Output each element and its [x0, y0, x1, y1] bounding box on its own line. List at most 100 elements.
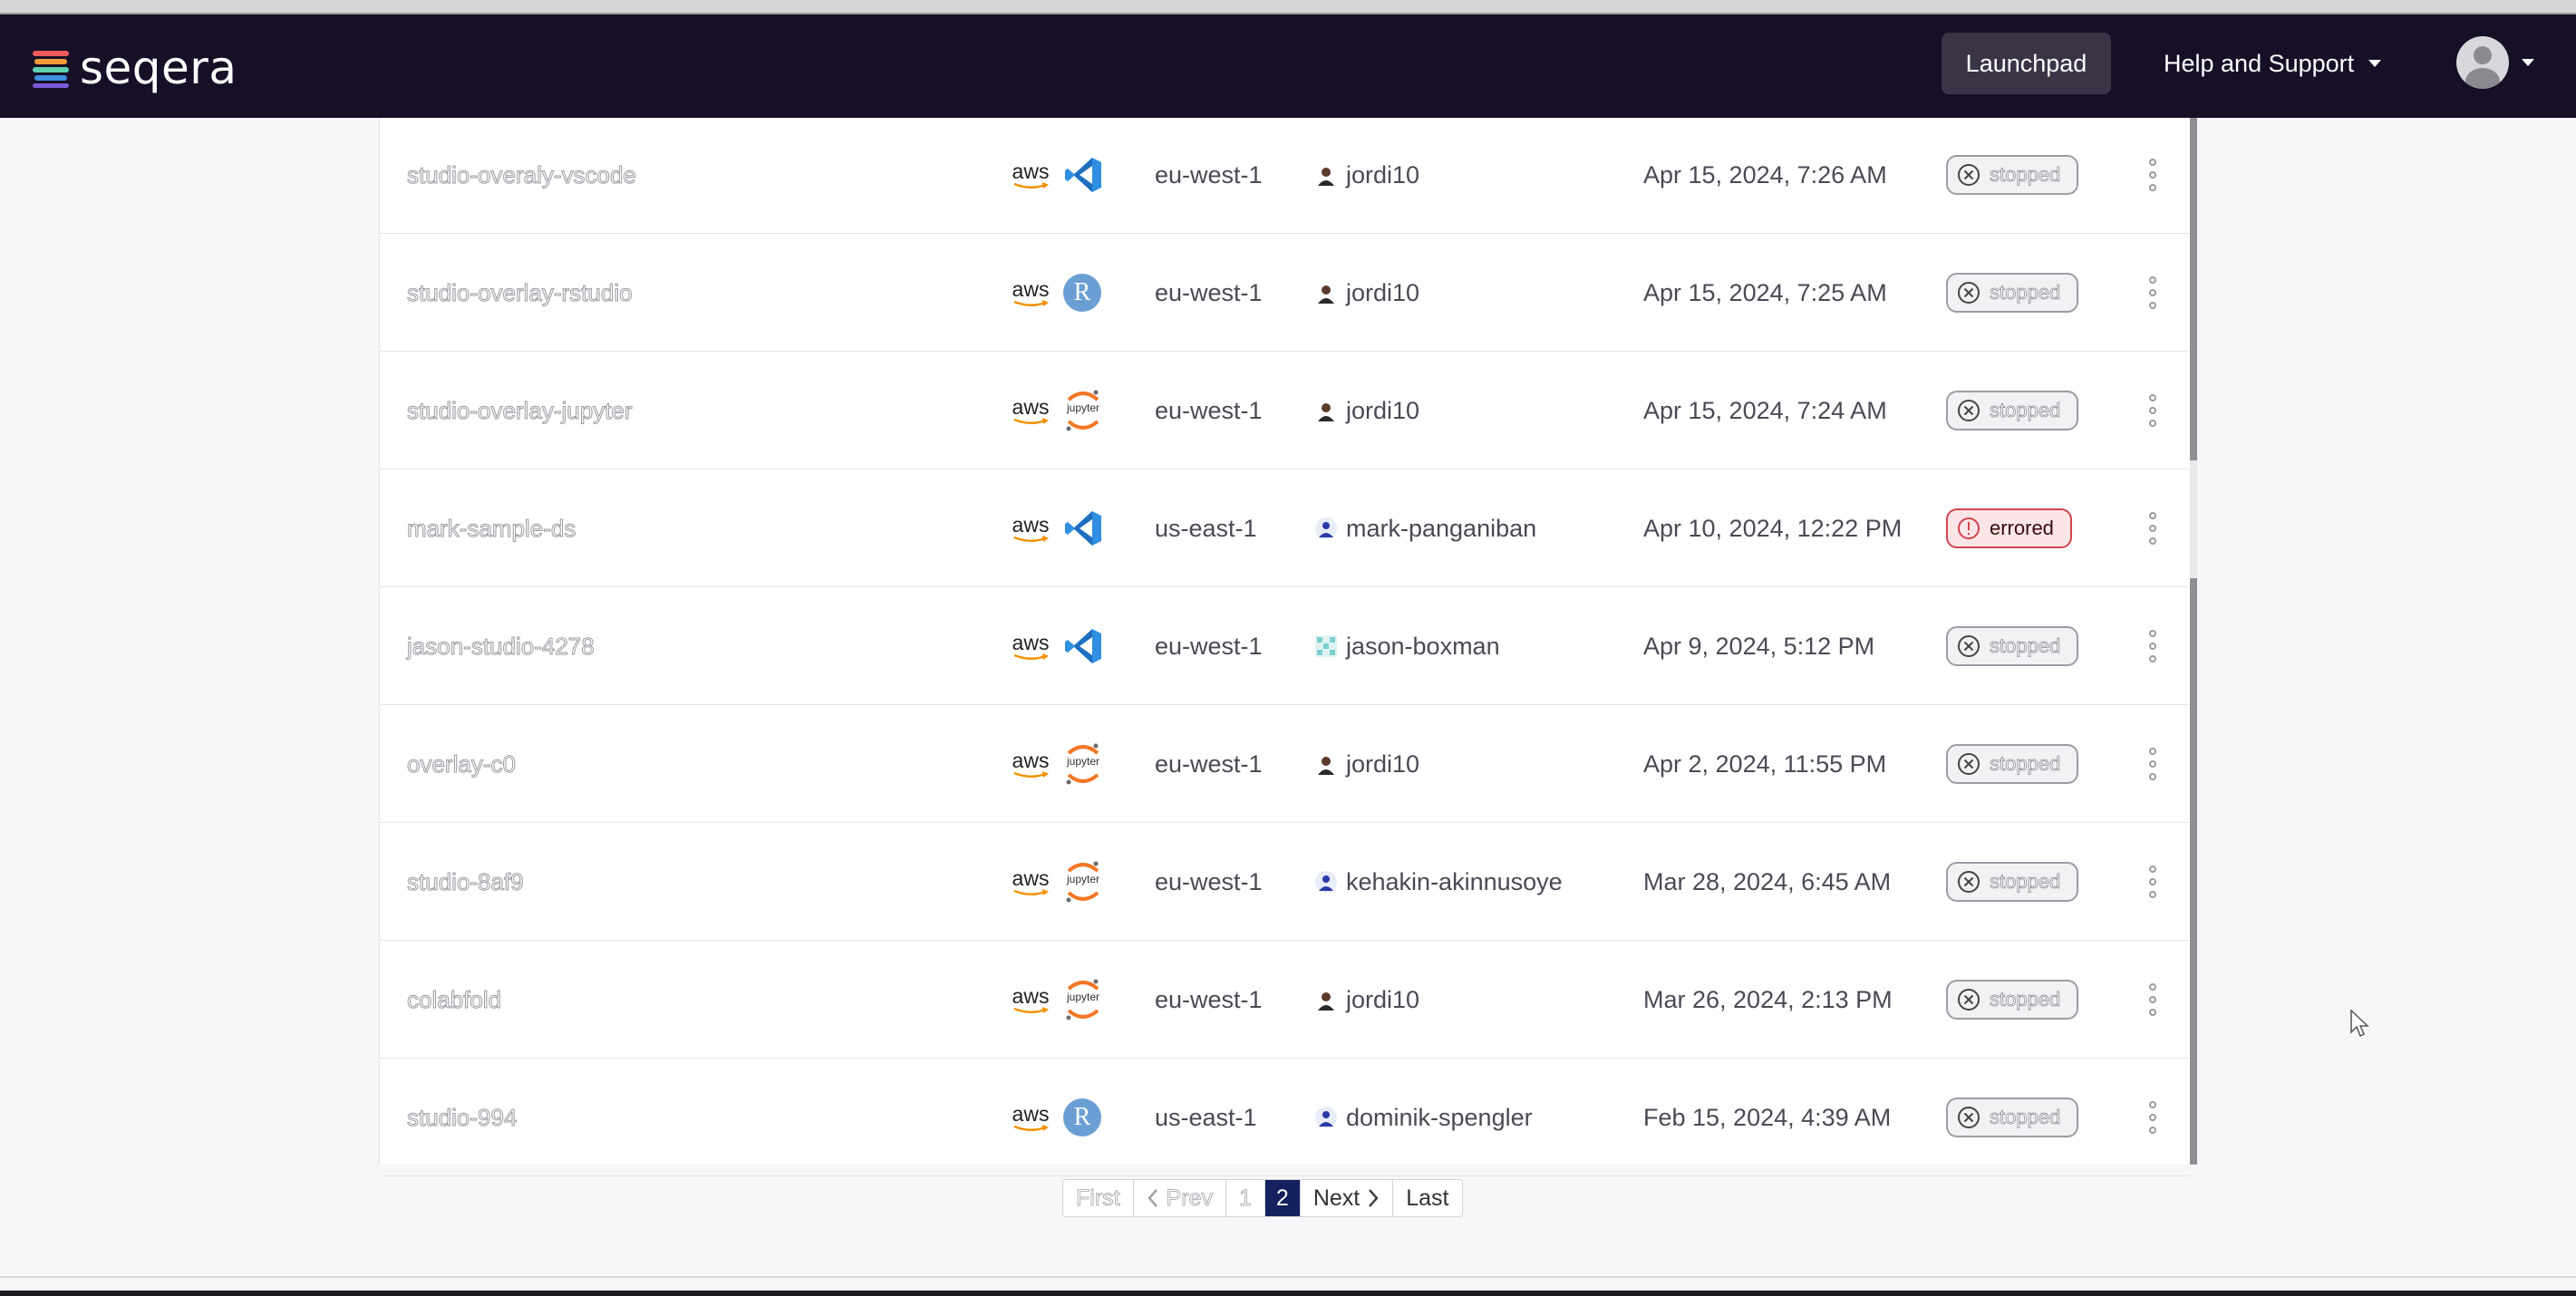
- region: eu-west-1: [1155, 278, 1263, 306]
- created-date: Mar 26, 2024, 2:13 PM: [1643, 985, 1893, 1013]
- pagination-prev[interactable]: Prev: [1134, 1180, 1227, 1216]
- status-cell: errored: [1946, 469, 2072, 587]
- table-row[interactable]: studio-overaly-vscode aws eu-west-1 jordi10…: [380, 116, 2191, 234]
- studio-name[interactable]: mark-sample-ds: [406, 469, 576, 587]
- studio-name[interactable]: colabfold: [406, 941, 501, 1059]
- studio-name[interactable]: studio-overaly-vscode: [407, 116, 637, 234]
- row-actions-menu[interactable]: [2149, 587, 2156, 705]
- studios-table: studio-overaly-vscode aws eu-west-1 jordi10…: [379, 116, 2192, 1176]
- status-badge: stopped: [1946, 273, 2079, 313]
- user-menu[interactable]: [2456, 36, 2534, 89]
- provider-cell: aws R: [1011, 1059, 1101, 1176]
- user-cell: jordi10: [1315, 941, 1419, 1059]
- jupyter-label: jupyter: [1066, 755, 1100, 768]
- pagination-last[interactable]: Last: [1393, 1180, 1461, 1216]
- aws-label: aws: [1012, 630, 1050, 654]
- kebab-menu-icon[interactable]: [2149, 276, 2156, 309]
- row-actions-menu[interactable]: [2149, 705, 2156, 823]
- row-actions-menu[interactable]: [2149, 823, 2156, 941]
- aws-label: aws: [1012, 159, 1050, 183]
- row-actions-menu[interactable]: [2149, 941, 2156, 1059]
- kebab-menu-icon[interactable]: [2149, 630, 2156, 663]
- studio-name[interactable]: studio-overlay-jupyter: [407, 352, 634, 469]
- studio-name[interactable]: studio-8af9: [407, 823, 525, 941]
- studio-name[interactable]: studio-overlay-rstudio: [407, 234, 634, 352]
- table-row[interactable]: studio-overlay-jupyter aws jupyter eu-west-…: [380, 352, 2191, 469]
- table-row[interactable]: studio-8af9 aws jupyter eu-west-1 kehakin-ak…: [380, 823, 2191, 941]
- launchpad-button[interactable]: Launchpad: [1942, 33, 2111, 94]
- user-cell: kehakin-akinnusoye: [1315, 823, 1563, 941]
- table-row[interactable]: studio-994 aws Rus-east-1 dominik-spengler F…: [380, 1059, 2191, 1176]
- status-label: stopped: [1990, 399, 2061, 422]
- status-badge: stopped: [1946, 1098, 2079, 1137]
- jupyter-label: jupyter: [1066, 401, 1100, 414]
- kebab-menu-icon[interactable]: [2149, 159, 2156, 191]
- status-label: stopped: [1990, 1106, 2061, 1129]
- status-cell: stopped: [1946, 116, 2079, 234]
- user-cell: jordi10: [1315, 234, 1419, 352]
- table-scrollbar[interactable]: [2190, 118, 2197, 1165]
- jupyter-icon: jupyter: [1063, 742, 1103, 786]
- kebab-menu-icon[interactable]: [2149, 983, 2156, 1016]
- status-label: stopped: [1990, 163, 2061, 187]
- user-cell: mark-panganiban: [1315, 469, 1536, 587]
- status-cell: stopped: [1946, 941, 2079, 1059]
- row-actions-menu[interactable]: [2149, 1059, 2156, 1176]
- status-label: stopped: [1990, 634, 2061, 658]
- vscode-icon: [1065, 158, 1101, 192]
- table-row[interactable]: colabfold aws jupyter eu-west-1 jordi10 Mar 2…: [380, 941, 2191, 1059]
- status-label: errored: [1990, 517, 2054, 539]
- user-name: jordi10: [1346, 750, 1420, 778]
- mouse-cursor-icon: [2350, 1009, 2369, 1038]
- jupyter-icon: jupyter: [1063, 389, 1103, 432]
- vscode-icon: [1065, 629, 1101, 663]
- studio-name[interactable]: overlay-c0: [407, 705, 517, 823]
- row-actions-menu[interactable]: [2149, 234, 2156, 352]
- table-row[interactable]: studio-overlay-rstudio aws Reu-west-1 jordi…: [380, 234, 2191, 352]
- seqera-logo[interactable]: seqera: [31, 42, 237, 94]
- aws-icon: aws: [1011, 396, 1051, 425]
- table-row[interactable]: overlay-c0 aws jupyter eu-west-1 jordi10 Apr …: [380, 705, 2191, 823]
- pagination-page-1[interactable]: 1: [1226, 1180, 1265, 1216]
- region: eu-west-1: [1155, 867, 1263, 895]
- created-date: Feb 15, 2024, 4:39 AM: [1643, 1103, 1892, 1131]
- kebab-menu-icon[interactable]: [2149, 748, 2156, 780]
- pagination: First Prev 1 2 Next Last: [1062, 1179, 1463, 1217]
- kebab-menu-icon[interactable]: [2149, 394, 2156, 427]
- jupyter-icon: jupyter: [1063, 860, 1103, 904]
- user-cell: jordi10: [1315, 116, 1419, 234]
- row-actions-menu[interactable]: [2149, 469, 2156, 587]
- pagination-prev-label: Prev: [1166, 1185, 1214, 1211]
- region: us-east-1: [1155, 514, 1257, 542]
- table-row[interactable]: mark-sample-ds aws us-east-1 mark-panganiba…: [380, 469, 2191, 587]
- row-actions-menu[interactable]: [2149, 116, 2156, 234]
- pagination-first[interactable]: First: [1063, 1180, 1134, 1216]
- aws-icon: aws: [1011, 750, 1051, 779]
- browser-top-strip: [0, 0, 2576, 15]
- table-row[interactable]: jason-studio-4278 aws eu-west-1 jason-boxma…: [380, 587, 2191, 705]
- aws-label: aws: [1012, 983, 1050, 1008]
- jupyter-icon: jupyter: [1063, 978, 1103, 1021]
- stopped-x-circle-icon: [1958, 282, 1980, 304]
- region: eu-west-1: [1155, 750, 1263, 778]
- user-cell: jason-boxman: [1315, 587, 1500, 705]
- top-navbar: seqera Launchpad Help and Support: [0, 15, 2576, 118]
- pagination-next[interactable]: Next: [1301, 1180, 1394, 1216]
- user-name: jordi10: [1346, 278, 1420, 306]
- aws-label: aws: [1012, 512, 1050, 537]
- kebab-menu-icon[interactable]: [2149, 1101, 2156, 1134]
- status-cell: stopped: [1946, 352, 2079, 469]
- help-and-support-menu[interactable]: Help and Support: [2164, 33, 2382, 94]
- aws-icon: aws: [1011, 867, 1051, 896]
- kebab-menu-icon[interactable]: [2149, 866, 2156, 898]
- studio-name[interactable]: studio-994: [406, 1059, 517, 1176]
- status-label: stopped: [1990, 870, 2061, 894]
- kebab-menu-icon[interactable]: [2149, 512, 2156, 545]
- error-icon: [1958, 517, 1980, 539]
- created-date: Apr 9, 2024, 5:12 PM: [1643, 632, 1875, 660]
- row-actions-menu[interactable]: [2149, 352, 2156, 469]
- created-date: Apr 2, 2024, 11:55 PM: [1643, 750, 1887, 778]
- pagination-page-2[interactable]: 2: [1264, 1180, 1301, 1216]
- status-badge: stopped: [1946, 626, 2079, 666]
- studio-name[interactable]: jason-studio-4278: [407, 587, 596, 705]
